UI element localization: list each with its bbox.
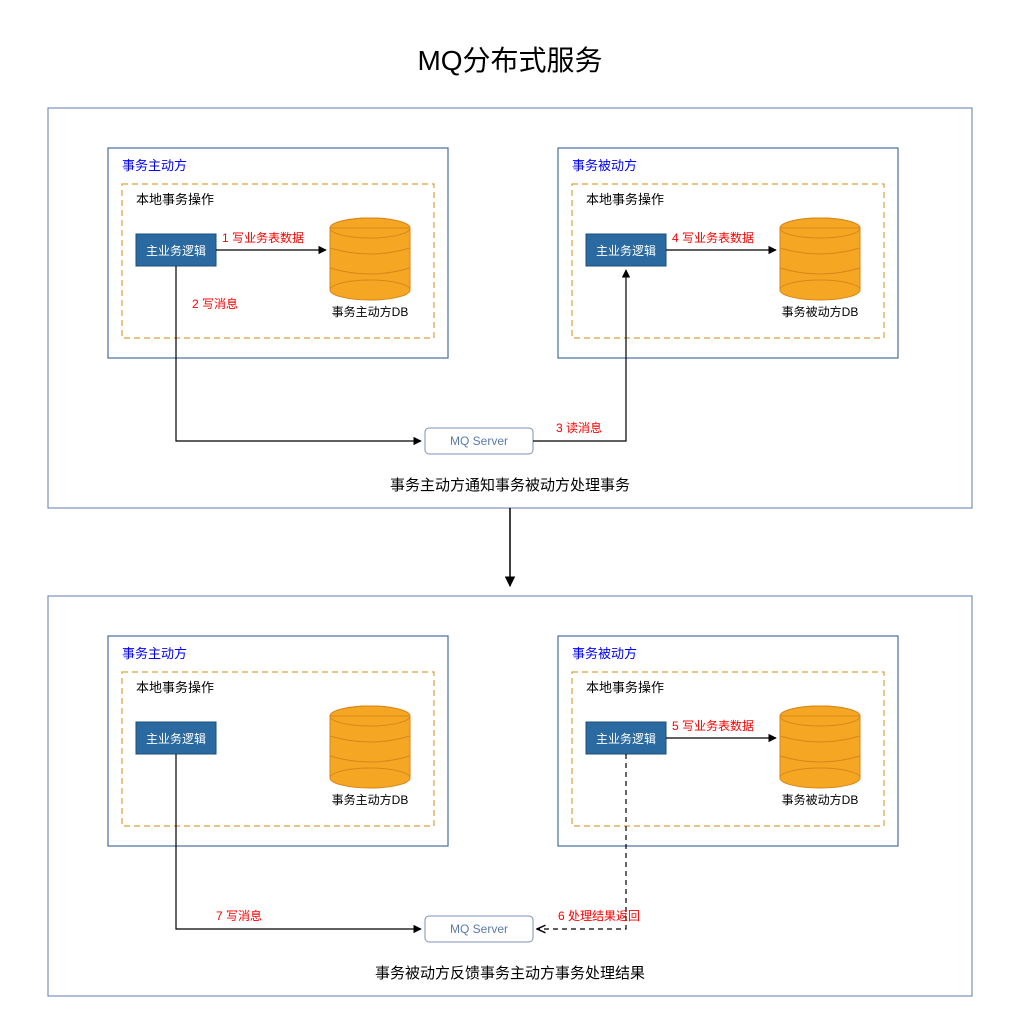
step4-label: 4 写业务表数据 — [672, 230, 754, 245]
top-mq-label: MQ Server — [450, 434, 508, 448]
step1-label: 1 写业务表数据 — [222, 230, 304, 245]
bottom-active-logic-label: 主业务逻辑 — [146, 731, 206, 746]
top-active-db-icon — [330, 218, 410, 300]
bottom-mq-label: MQ Server — [450, 922, 508, 936]
diagram-title: MQ分布式服务 — [417, 45, 602, 76]
arrow-step3 — [533, 270, 626, 441]
bottom-active-title: 事务主动方 — [122, 646, 187, 661]
top-section: 事务主动方 本地事务操作 主业务逻辑 事务主动方DB 1 写业务表数据 2 写消… — [48, 108, 972, 508]
top-passive-title: 事务被动方 — [572, 158, 637, 173]
bottom-active-local-label: 本地事务操作 — [136, 680, 214, 695]
bottom-passive-group: 事务被动方 本地事务操作 主业务逻辑 事务被动方DB 5 写业务表数据 — [558, 636, 898, 846]
top-caption: 事务主动方通知事务被动方处理事务 — [390, 477, 630, 494]
top-passive-db-label: 事务被动方DB — [782, 304, 859, 319]
bottom-passive-title: 事务被动方 — [572, 646, 637, 661]
top-active-logic-label: 主业务逻辑 — [146, 243, 206, 258]
step2-label: 2 写消息 — [192, 296, 238, 311]
bottom-passive-db-label: 事务被动方DB — [782, 792, 859, 807]
step5-label: 5 写业务表数据 — [672, 718, 754, 733]
bottom-passive-local-label: 本地事务操作 — [586, 680, 664, 695]
bottom-section: 事务主动方 本地事务操作 主业务逻辑 事务主动方DB 事务被动方 本地事务操作 … — [48, 596, 972, 996]
bottom-caption: 事务被动方反馈事务主动方事务处理结果 — [375, 965, 645, 982]
step3-label: 3 读消息 — [556, 420, 602, 435]
bottom-active-db-label: 事务主动方DB — [332, 792, 409, 807]
top-passive-logic-label: 主业务逻辑 — [596, 243, 656, 258]
step7-label: 7 写消息 — [216, 908, 262, 923]
top-passive-db-icon — [780, 218, 860, 300]
top-active-db-label: 事务主动方DB — [332, 304, 409, 319]
top-passive-local-label: 本地事务操作 — [586, 192, 664, 207]
bottom-active-db-icon — [330, 706, 410, 788]
bottom-passive-logic-label: 主业务逻辑 — [596, 731, 656, 746]
top-active-local-label: 本地事务操作 — [136, 192, 214, 207]
top-active-group: 事务主动方 本地事务操作 主业务逻辑 事务主动方DB 1 写业务表数据 2 写消… — [108, 148, 448, 358]
bottom-passive-db-icon — [780, 706, 860, 788]
bottom-active-group: 事务主动方 本地事务操作 主业务逻辑 事务主动方DB — [108, 636, 448, 846]
top-passive-group: 事务被动方 本地事务操作 主业务逻辑 事务被动方DB 4 写业务表数据 — [558, 148, 898, 358]
top-active-title: 事务主动方 — [122, 158, 187, 173]
step6-label: 6 处理结果返回 — [558, 909, 640, 923]
arrow-step6 — [537, 754, 626, 929]
